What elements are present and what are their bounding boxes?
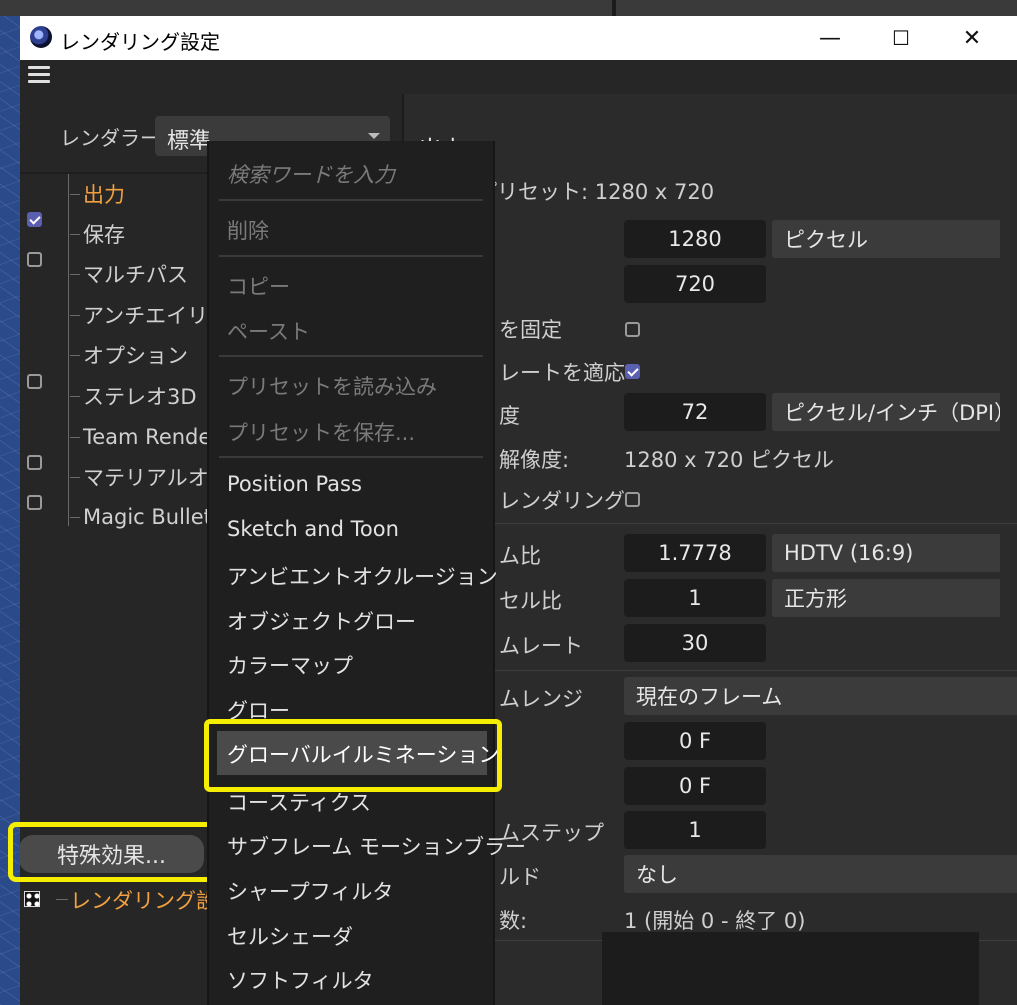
tree-item-label: マルチパス xyxy=(83,263,188,287)
renderer-value: 標準 xyxy=(167,129,212,154)
tree-item-stereo3d[interactable]: ステレオ3D xyxy=(70,378,197,414)
tree-item-label: ステレオ3D xyxy=(83,385,197,409)
preset-label[interactable]: プリセット: 1280 x 720 xyxy=(476,176,714,206)
image-resolution-value: 1280 x 720 ピクセル xyxy=(624,448,834,472)
cinema4d-app-icon xyxy=(30,26,52,48)
tree-item-label: 出力 xyxy=(83,183,125,207)
highlight-frame xyxy=(204,719,502,792)
tree-item-label: 保存 xyxy=(83,223,125,247)
divider xyxy=(404,523,1017,524)
menu-item-delete[interactable]: 削除 xyxy=(227,215,269,245)
menu-item-load-preset[interactable]: プリセットを読み込み xyxy=(227,371,437,401)
frame-range-dropdown[interactable]: 現在のフレーム xyxy=(624,677,1017,715)
apply-framerate-checkbox[interactable] xyxy=(625,364,640,379)
frames-value: 1 (開始 0 - 終了 0) xyxy=(624,909,806,933)
tree-item-label: Team Render xyxy=(83,425,220,449)
menu-divider xyxy=(219,355,483,357)
menu-item-soft-filter[interactable]: ソフトフィルタ xyxy=(227,965,374,995)
window-title: レンダリング設定 xyxy=(60,30,220,54)
region-render-checkbox[interactable] xyxy=(625,492,640,507)
apply-framerate-label: レートを適応 xyxy=(499,361,625,385)
render-setting-icon xyxy=(24,891,40,907)
menu-search-input[interactable]: 検索ワードを入力 xyxy=(227,159,395,189)
region-render-label: レンダリング xyxy=(499,489,625,513)
menu-item-position-pass[interactable]: Position Pass xyxy=(227,472,362,496)
menu-item-cel-shader[interactable]: セルシェーダ xyxy=(227,921,353,951)
menu-item-sharpen-filter[interactable]: シャープフィルタ xyxy=(227,876,393,906)
width-unit-dropdown[interactable]: ピクセル xyxy=(772,220,1000,258)
menu-item-copy[interactable]: コピー xyxy=(227,271,290,301)
material-override-checkbox[interactable] xyxy=(27,455,42,470)
frame-rate-field[interactable]: 30 xyxy=(624,624,766,662)
output-settings-panel: 出力 プリセット: 1280 x 720 1280 ピクセル 720 を固定 レ… xyxy=(404,94,1017,1005)
resolution-label: 度 xyxy=(499,404,520,428)
tree-item-label: オプション xyxy=(83,344,188,368)
width-field[interactable]: 1280 xyxy=(624,220,766,258)
minimize-button[interactable]: — xyxy=(795,16,865,60)
frame-step-field[interactable]: 1 xyxy=(624,811,766,849)
frames-label: 数: xyxy=(499,909,528,933)
chevron-down-icon xyxy=(368,133,380,139)
tree-item-options[interactable]: オプション xyxy=(70,337,188,373)
pixel-aspect-field[interactable]: 1 xyxy=(624,579,766,617)
divider xyxy=(404,670,1017,671)
frame-range-label: ムレンジ xyxy=(499,687,583,711)
pixel-aspect-label: セル比 xyxy=(499,589,562,613)
frame-rate-label: ムレート xyxy=(499,634,583,658)
menu-item-ambient-occlusion[interactable]: アンビエントオクルージョン xyxy=(227,561,498,591)
hamburger-menu-icon[interactable] xyxy=(28,66,50,84)
height-field[interactable]: 720 xyxy=(624,265,766,303)
resolution-unit-dropdown[interactable]: ピクセル/インチ（DPI） xyxy=(772,393,1000,431)
notes-textarea[interactable] xyxy=(602,932,979,1005)
menu-item-subframe-motion-blur[interactable]: サブフレーム モーションブラー xyxy=(227,831,526,861)
tree-item-multipass[interactable]: マルチパス xyxy=(70,256,188,292)
end-frame-field[interactable]: 0 F xyxy=(624,767,766,805)
magic-bullet-checkbox[interactable] xyxy=(27,495,42,510)
menu-item-color-map[interactable]: カラーマップ xyxy=(227,650,353,680)
close-button[interactable]: ✕ xyxy=(937,16,1007,60)
menu-bar xyxy=(20,60,1017,94)
menu-item-save-preset[interactable]: プリセットを保存... xyxy=(227,417,415,447)
frame-aspect-label: ム比 xyxy=(499,544,541,568)
menu-item-caustics[interactable]: コースティクス xyxy=(227,787,371,817)
tree-connector xyxy=(68,174,69,526)
frame-aspect-dropdown[interactable]: HDTV (16:9) xyxy=(772,534,1000,572)
frame-aspect-field[interactable]: 1.7778 xyxy=(624,534,766,572)
menu-item-object-glow[interactable]: オブジェクトグロー xyxy=(227,606,416,636)
tree-connector xyxy=(56,899,68,900)
menu-item-sketch-and-toon[interactable]: Sketch and Toon xyxy=(227,517,399,541)
background-toolbar xyxy=(0,0,1017,16)
pixel-aspect-dropdown[interactable]: 正方形 xyxy=(772,579,1000,617)
resolution-field[interactable]: 72 xyxy=(624,393,766,431)
save-checkbox[interactable] xyxy=(27,212,42,227)
title-bar: レンダリング設定 — ☐ ✕ xyxy=(20,16,1017,60)
tree-item-team-render[interactable]: Team Render xyxy=(70,419,220,455)
fields-label: ルド xyxy=(499,865,541,889)
tree-item-output[interactable]: 出力 xyxy=(70,176,125,212)
menu-divider xyxy=(219,456,483,458)
tree-item-render-setting[interactable]: レンダリング設定 xyxy=(20,885,238,915)
maximize-button[interactable]: ☐ xyxy=(866,16,936,60)
stereo3d-checkbox[interactable] xyxy=(27,374,42,389)
lock-ratio-label: を固定 xyxy=(499,318,562,342)
tree-item-save[interactable]: 保存 xyxy=(70,216,125,252)
renderer-label: レンダラー xyxy=(60,126,160,150)
multipass-checkbox[interactable] xyxy=(27,252,42,267)
start-frame-field[interactable]: 0 F xyxy=(624,722,766,760)
menu-divider xyxy=(219,255,483,257)
special-effects-menu: 検索ワードを入力 削除 コピー ペースト プリセットを読み込み プリセットを保存… xyxy=(204,141,526,1005)
fields-dropdown[interactable]: なし xyxy=(624,855,1017,893)
special-effects-button[interactable]: 特殊効果... xyxy=(19,835,204,873)
image-resolution-label: 解像度: xyxy=(499,448,570,472)
lock-ratio-checkbox[interactable] xyxy=(625,322,640,337)
menu-item-paste[interactable]: ペースト xyxy=(227,316,310,346)
menu-divider xyxy=(219,199,483,201)
